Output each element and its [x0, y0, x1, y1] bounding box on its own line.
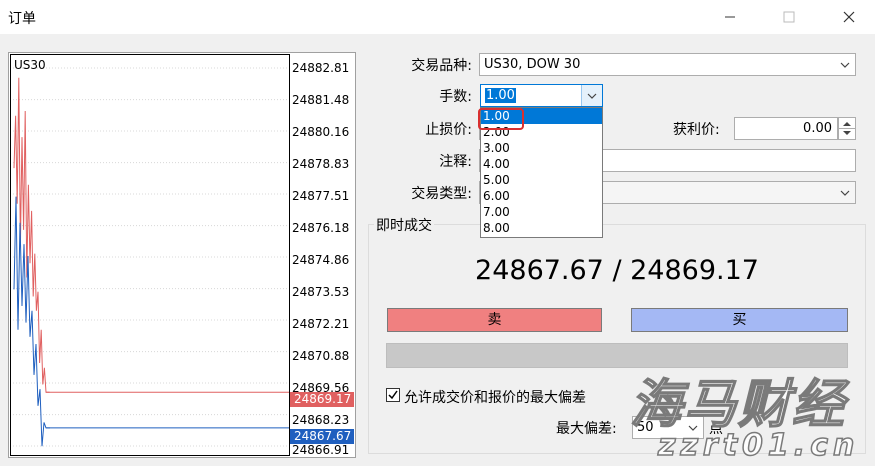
lots-select[interactable]: 1.00	[480, 84, 603, 107]
price-axis-label: 24873.53	[292, 285, 350, 299]
maximize-icon	[783, 11, 795, 23]
chevron-down-icon	[835, 54, 855, 75]
price-axis-label: 24877.51	[292, 189, 350, 203]
lots-option[interactable]: 7.00	[481, 204, 602, 220]
type-label: 交易类型:	[411, 186, 472, 202]
minimize-icon	[725, 16, 735, 18]
lots-option[interactable]: 3.00	[481, 140, 602, 156]
price-axis-label: 24882.81	[292, 61, 350, 75]
takeprofit-spinner[interactable]	[838, 117, 856, 140]
comment-label: 注释:	[439, 154, 472, 170]
price-axis-label: 24872.21	[292, 317, 350, 331]
highlight-marker	[478, 108, 524, 130]
price-axis-label: 24880.16	[292, 125, 350, 139]
price-axis-label: 24866.91	[292, 443, 350, 457]
lots-option[interactable]: 6.00	[481, 188, 602, 204]
chevron-down-icon	[835, 182, 855, 203]
lots-option[interactable]: 8.00	[481, 220, 602, 236]
price-axis-label: 24876.18	[292, 221, 350, 235]
maximize-button[interactable]	[766, 0, 812, 34]
checkmark-icon	[388, 390, 398, 400]
price-axis-label: 24870.88	[292, 349, 350, 363]
lots-option[interactable]: 4.00	[481, 156, 602, 172]
lots-value: 1.00	[485, 88, 516, 103]
deviation-checkbox[interactable]	[386, 388, 400, 402]
window-title: 订单	[8, 11, 36, 27]
ask-price-tag: 24869.17	[290, 392, 354, 407]
lots-label: 手数:	[439, 89, 472, 105]
sell-button[interactable]: 卖	[387, 308, 602, 332]
watermark-url: zzrt01.cn	[657, 427, 860, 464]
takeprofit-input[interactable]: 0.00	[734, 117, 838, 140]
stoploss-label: 止损价:	[425, 122, 472, 138]
spin-down-icon	[843, 131, 851, 135]
close-button[interactable]	[826, 0, 872, 34]
quote-display: 24867.67 / 24869.17	[475, 255, 759, 286]
bid-price-tag: 24867.67	[290, 429, 354, 444]
chevron-down-icon[interactable]	[581, 85, 602, 106]
price-axis-label: 24878.83	[292, 157, 350, 171]
deviation-checkbox-label: 允许成交价和报价的最大偏差	[404, 390, 586, 406]
price-axis-label: 24868.23	[292, 413, 350, 427]
price-axis-label: 24874.86	[292, 253, 350, 267]
symbol-label: 交易品种:	[411, 58, 472, 74]
tick-chart-plot	[10, 67, 290, 447]
minimize-button[interactable]	[707, 0, 753, 34]
lots-option[interactable]: 5.00	[481, 172, 602, 188]
price-axis-label: 24881.48	[292, 93, 350, 107]
symbol-select[interactable]: US30, DOW 30	[479, 53, 856, 76]
close-icon	[843, 11, 855, 23]
spin-up-icon	[843, 122, 851, 126]
instant-execution-label: 即时成交	[374, 215, 434, 235]
chart-symbol: US30	[14, 58, 46, 72]
max-deviation-label: 最大偏差:	[556, 421, 617, 437]
takeprofit-label: 获利价:	[673, 122, 720, 138]
buy-button[interactable]: 买	[631, 308, 848, 332]
symbol-value: US30, DOW 30	[484, 57, 581, 72]
watermark-logo: 海马财经	[629, 374, 847, 436]
